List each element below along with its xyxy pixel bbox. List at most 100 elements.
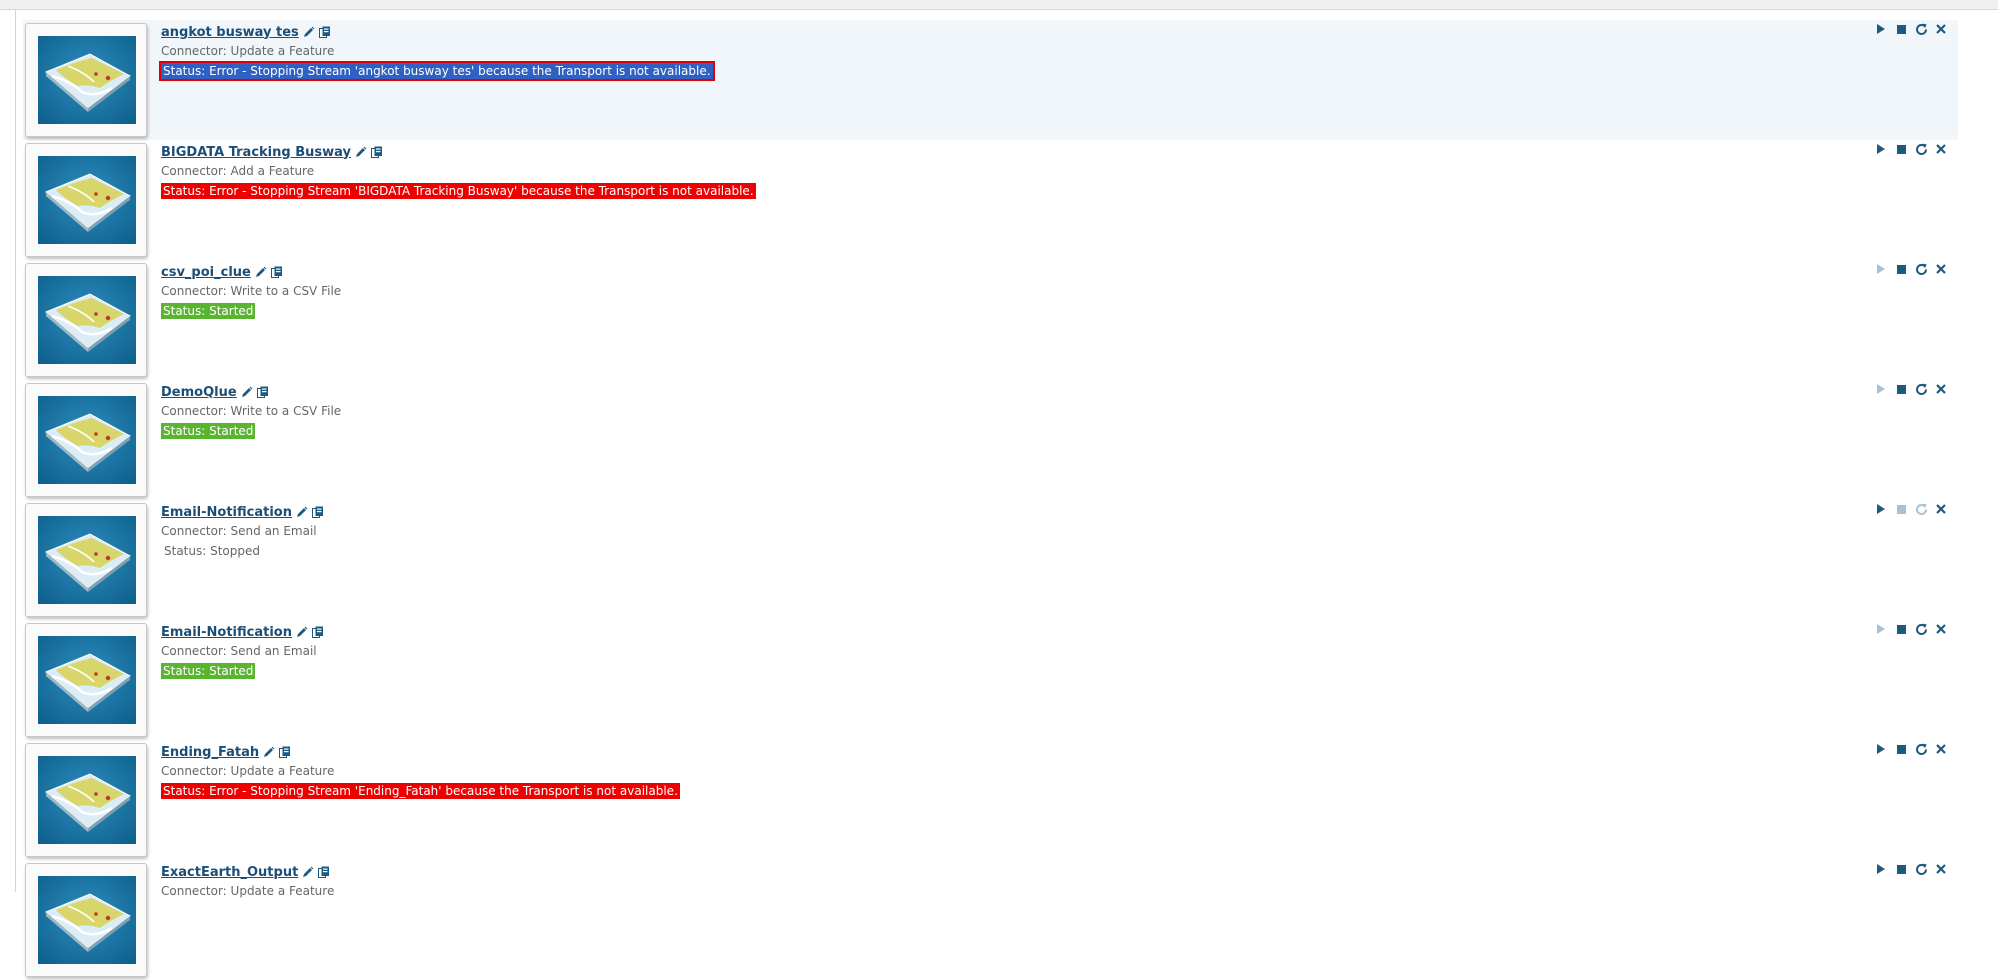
stop-icon[interactable] — [1894, 502, 1908, 516]
stream-row[interactable]: csv_poi_clue Connector: Write to a CSV F… — [23, 260, 1958, 380]
stream-actions — [1874, 382, 1948, 396]
connector-label: Connector: Write to a CSV File — [161, 284, 342, 298]
start-icon[interactable] — [1874, 262, 1888, 276]
refresh-icon[interactable] — [1914, 622, 1928, 636]
refresh-icon[interactable] — [1914, 382, 1928, 396]
stream-row[interactable]: BIGDATA Tracking Busway Connector: Add a… — [23, 140, 1958, 260]
start-icon[interactable] — [1874, 382, 1888, 396]
start-icon[interactable] — [1874, 622, 1888, 636]
delete-icon[interactable] — [1934, 502, 1948, 516]
stop-icon[interactable] — [1894, 742, 1908, 756]
delete-icon[interactable] — [1934, 862, 1948, 876]
copy-icon[interactable] — [311, 626, 324, 639]
stream-actions — [1874, 142, 1948, 156]
refresh-icon[interactable] — [1914, 502, 1928, 516]
connector-label: Connector: Write to a CSV File — [161, 404, 342, 418]
feature-map-icon — [38, 396, 136, 484]
connector-label: Connector: Update a Feature — [161, 44, 335, 58]
refresh-icon[interactable] — [1914, 262, 1928, 276]
edit-pencil-icon[interactable] — [302, 866, 314, 878]
stream-name-link[interactable]: Email-Notification — [161, 505, 292, 520]
top-bar — [0, 0, 1998, 10]
stop-icon[interactable] — [1894, 142, 1908, 156]
stream-name-link[interactable]: angkot busway tes — [161, 25, 299, 40]
left-divider — [15, 9, 16, 892]
stream-name-link[interactable]: Email-Notification — [161, 625, 292, 640]
stop-icon[interactable] — [1894, 862, 1908, 876]
stop-icon[interactable] — [1894, 262, 1908, 276]
copy-icon[interactable] — [318, 26, 331, 39]
copy-icon[interactable] — [318, 866, 330, 879]
stream-thumbnail[interactable] — [25, 623, 147, 737]
edit-pencil-icon[interactable] — [255, 266, 267, 278]
status-badge: Status: Started — [161, 423, 256, 439]
stream-name-link[interactable]: DemoQlue — [161, 385, 237, 400]
delete-icon[interactable] — [1934, 22, 1948, 36]
stream-row[interactable]: ExactEarth_Output Connector: Update a Fe… — [23, 860, 1958, 980]
feature-map-icon — [38, 636, 136, 724]
stop-icon[interactable] — [1894, 382, 1908, 396]
stream-thumbnail[interactable] — [25, 23, 147, 137]
stream-name-link[interactable]: Ending_Fatah — [161, 745, 259, 760]
status-badge: Status: Error - Stopping Stream 'angkot … — [159, 61, 715, 81]
delete-icon[interactable] — [1934, 262, 1948, 276]
delete-icon[interactable] — [1934, 382, 1948, 396]
feature-map-icon — [38, 516, 136, 604]
feature-map-icon — [38, 756, 136, 844]
stream-actions — [1874, 622, 1948, 636]
stream-row[interactable]: Ending_Fatah Connector: Update a Feature… — [23, 740, 1958, 860]
feature-map-icon — [38, 36, 136, 124]
feature-map-icon — [38, 276, 136, 364]
connector-label: Connector: Add a Feature — [161, 164, 315, 178]
delete-icon[interactable] — [1934, 742, 1948, 756]
start-icon[interactable] — [1874, 502, 1888, 516]
stream-actions — [1874, 502, 1948, 516]
stream-name-link[interactable]: ExactEarth_Output — [161, 865, 298, 880]
stream-name-link[interactable]: csv_poi_clue — [161, 265, 251, 280]
copy-icon[interactable] — [270, 266, 283, 279]
stream-thumbnail[interactable] — [25, 383, 147, 497]
copy-icon[interactable] — [279, 746, 291, 759]
stream-row[interactable]: DemoQlue Connector: Write to a CSV File … — [23, 380, 1958, 500]
edit-pencil-icon[interactable] — [355, 146, 367, 158]
stream-thumbnail[interactable] — [25, 863, 147, 977]
refresh-icon[interactable] — [1914, 742, 1928, 756]
start-icon[interactable] — [1874, 742, 1888, 756]
copy-icon[interactable] — [256, 386, 269, 399]
edit-pencil-icon[interactable] — [263, 746, 275, 758]
edit-pencil-icon[interactable] — [296, 626, 308, 638]
refresh-icon[interactable] — [1914, 22, 1928, 36]
refresh-icon[interactable] — [1914, 142, 1928, 156]
delete-icon[interactable] — [1934, 622, 1948, 636]
stop-icon[interactable] — [1894, 22, 1908, 36]
start-icon[interactable] — [1874, 142, 1888, 156]
edit-pencil-icon[interactable] — [296, 506, 308, 518]
delete-icon[interactable] — [1934, 142, 1948, 156]
stream-thumbnail[interactable] — [25, 743, 147, 857]
stop-icon[interactable] — [1894, 622, 1908, 636]
edit-pencil-icon[interactable] — [303, 26, 315, 38]
connector-label: Connector: Update a Feature — [161, 764, 335, 778]
edit-pencil-icon[interactable] — [241, 386, 253, 398]
stream-name-link[interactable]: BIGDATA Tracking Busway — [161, 145, 351, 160]
refresh-icon[interactable] — [1914, 862, 1928, 876]
stream-row[interactable]: Email-Notification Connector: Send an Em… — [23, 500, 1958, 620]
stream-thumbnail[interactable] — [25, 263, 147, 377]
copy-icon[interactable] — [370, 146, 383, 159]
output-stream-list: angkot busway tes Connector: Update a Fe… — [23, 20, 1958, 980]
feature-map-icon — [38, 876, 136, 964]
start-icon[interactable] — [1874, 862, 1888, 876]
copy-icon[interactable] — [311, 506, 324, 519]
stream-actions — [1874, 742, 1948, 756]
status-badge: Status: Started — [161, 663, 256, 679]
start-icon[interactable] — [1874, 22, 1888, 36]
connector-label: Connector: Send an Email — [161, 524, 317, 538]
stream-thumbnail[interactable] — [25, 503, 147, 617]
stream-row[interactable]: Email-Notification Connector: Send an Em… — [23, 620, 1958, 740]
connector-label: Connector: Send an Email — [161, 644, 317, 658]
connector-label: Connector: Update a Feature — [161, 884, 335, 898]
stream-row[interactable]: angkot busway tes Connector: Update a Fe… — [23, 20, 1958, 140]
stream-actions — [1874, 22, 1948, 36]
stream-thumbnail[interactable] — [25, 143, 147, 257]
feature-map-icon — [38, 156, 136, 244]
